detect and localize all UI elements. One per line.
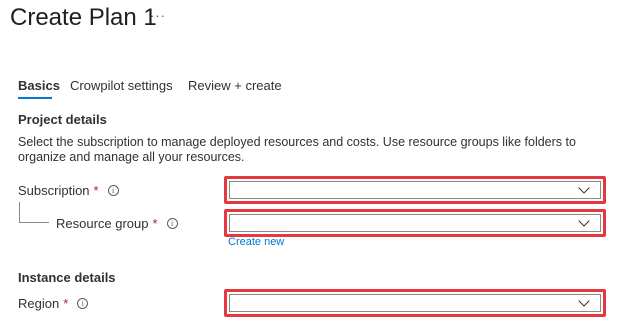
required-marker: * xyxy=(63,296,69,311)
project-details-description: Select the subscription to manage deploy… xyxy=(18,135,576,164)
info-icon[interactable]: i xyxy=(77,298,89,309)
resource-group-label-text: Resource group xyxy=(56,216,149,231)
resource-group-dropdown[interactable] xyxy=(229,214,601,232)
subscription-label-text: Subscription xyxy=(18,183,90,198)
tree-connector-horizontal xyxy=(19,222,49,223)
subscription-highlight xyxy=(224,176,606,204)
tree-connector-vertical xyxy=(19,202,20,222)
resource-group-label: Resource group * i xyxy=(56,216,178,231)
chevron-down-icon xyxy=(578,294,590,307)
instance-details-heading: Instance details xyxy=(18,270,116,285)
info-icon[interactable]: i xyxy=(107,185,119,196)
chevron-down-icon xyxy=(578,214,590,227)
chevron-down-icon xyxy=(578,181,590,194)
tab-basics[interactable]: Basics xyxy=(18,78,60,93)
region-label: Region * i xyxy=(18,296,89,311)
region-highlight xyxy=(224,289,606,317)
project-details-heading: Project details xyxy=(18,112,107,127)
required-marker: * xyxy=(93,183,99,198)
required-marker: * xyxy=(152,216,158,231)
create-new-link[interactable]: Create new xyxy=(228,236,284,248)
info-icon[interactable]: i xyxy=(166,218,178,229)
subscription-label: Subscription * i xyxy=(18,183,119,198)
active-tab-indicator xyxy=(18,97,52,99)
resource-group-highlight xyxy=(224,209,606,237)
region-label-text: Region xyxy=(18,296,60,311)
tab-review-create[interactable]: Review + create xyxy=(188,78,282,93)
more-options-icon[interactable]: ··· xyxy=(150,8,166,23)
page-title: Create Plan 1 xyxy=(10,4,157,31)
subscription-dropdown[interactable] xyxy=(229,181,601,199)
tab-crowpilot-settings[interactable]: Crowpilot settings xyxy=(70,78,173,93)
region-dropdown[interactable] xyxy=(229,294,601,312)
